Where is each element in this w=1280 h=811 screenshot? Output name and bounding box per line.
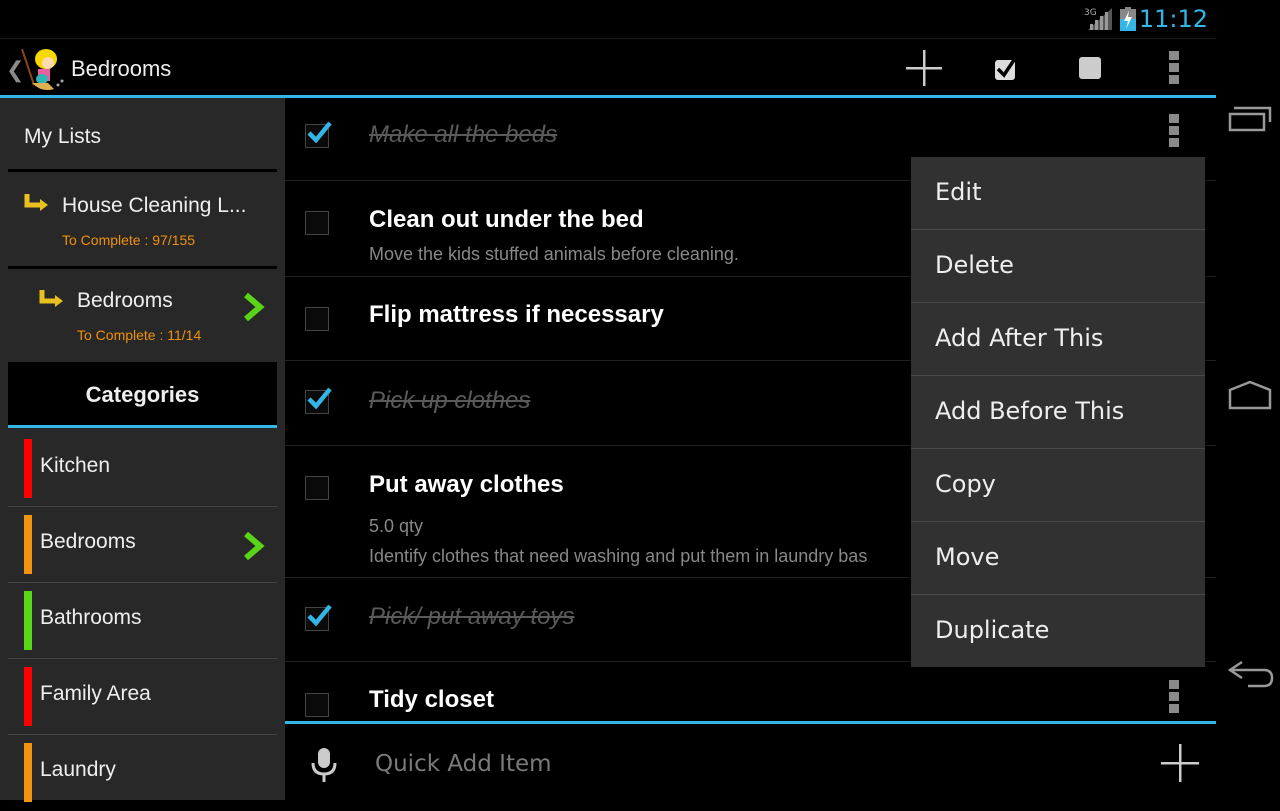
category-color-bar	[24, 743, 32, 802]
list-title: House Cleaning L...	[62, 194, 247, 217]
categories-header: Categories	[8, 362, 277, 428]
battery-charging-icon	[1120, 7, 1136, 31]
menu-item-add-after[interactable]: Add After This	[911, 303, 1205, 376]
selected-chevron-icon	[244, 531, 265, 561]
context-menu: Edit Delete Add After This Add Before Th…	[911, 157, 1205, 667]
list-title: Bedrooms	[77, 289, 173, 312]
subdirectory-arrow-icon	[24, 194, 48, 211]
category-name: Laundry	[40, 758, 116, 781]
category-color-bar	[24, 591, 32, 650]
system-nav-bar	[1216, 0, 1280, 800]
item-checkbox[interactable]	[305, 121, 332, 148]
item-note: Identify clothes that need washing and p…	[369, 546, 868, 566]
list-progress: To Complete : 11/14	[77, 327, 202, 343]
menu-item-duplicate[interactable]: Duplicate	[911, 595, 1205, 668]
item-title: Put away clothes	[369, 471, 564, 498]
app-logo-icon[interactable]	[18, 45, 68, 95]
item-quantity: 5.0 qty	[369, 516, 424, 536]
list-item-bedrooms[interactable]: Bedrooms To Complete : 11/14	[8, 269, 277, 362]
category-name: Kitchen	[40, 454, 111, 477]
microphone-icon[interactable]	[311, 748, 337, 782]
item-checkbox[interactable]	[305, 387, 332, 414]
item-checkbox[interactable]	[305, 307, 329, 331]
overflow-menu-icon	[1169, 51, 1179, 85]
back-icon[interactable]	[1226, 656, 1274, 696]
item-title: Make all the beds	[369, 121, 558, 148]
checkmark-icon	[307, 121, 332, 144]
category-name: Family Area	[40, 682, 151, 705]
menu-item-label: Copy	[935, 470, 996, 498]
quick-add-button[interactable]	[1161, 744, 1199, 782]
quick-add-bar	[285, 724, 1216, 800]
signal-3g-icon: 3G	[1084, 8, 1112, 30]
item-checkbox[interactable]	[305, 693, 329, 717]
home-icon[interactable]	[1226, 378, 1274, 418]
action-bar: ❮ Bedrooms	[0, 38, 1216, 98]
item-checkbox[interactable]	[305, 211, 329, 235]
check-all-icon	[995, 56, 1018, 80]
status-bar: 3G 11:12	[0, 0, 1216, 38]
item-note: Move the kids stuffed animals before cle…	[369, 244, 739, 264]
category-color-bar	[24, 439, 32, 498]
category-color-bar	[24, 667, 32, 726]
menu-item-label: Add After This	[935, 324, 1104, 352]
categories-underline	[8, 425, 277, 428]
clock: 11:12	[1138, 5, 1208, 33]
category-color-bar	[24, 515, 32, 574]
item-title: Pick/ put away toys	[369, 603, 575, 630]
menu-item-label: Move	[935, 543, 1000, 571]
menu-item-label: Duplicate	[935, 616, 1050, 644]
category-bathrooms[interactable]: Bathrooms	[8, 583, 277, 659]
selected-chevron-icon	[244, 292, 265, 322]
menu-item-label: Add Before This	[935, 397, 1125, 425]
menu-item-label: Edit	[935, 178, 982, 206]
add-icon	[906, 50, 942, 86]
menu-item-label: Delete	[935, 251, 1014, 279]
menu-item-copy[interactable]: Copy	[911, 449, 1205, 522]
menu-item-move[interactable]: Move	[911, 522, 1205, 595]
item-overflow-icon[interactable]	[1169, 680, 1179, 714]
list-progress: To Complete : 97/155	[62, 232, 196, 248]
menu-item-add-before[interactable]: Add Before This	[911, 376, 1205, 449]
item-checkbox[interactable]	[305, 604, 332, 631]
categories-heading: Categories	[85, 382, 200, 407]
add-button[interactable]	[903, 47, 945, 89]
uncheck-all-button[interactable]	[1069, 47, 1111, 89]
page-title: Bedrooms	[71, 56, 172, 81]
item-title: Flip mattress if necessary	[369, 301, 664, 328]
my-lists-heading: My Lists	[24, 125, 102, 148]
quick-add-input[interactable]	[375, 744, 1075, 784]
category-family-area[interactable]: Family Area	[8, 659, 277, 735]
category-bedrooms[interactable]: Bedrooms	[8, 507, 277, 583]
list-item-house-cleaning[interactable]: House Cleaning L... To Complete : 97/155	[8, 172, 277, 266]
category-kitchen[interactable]: Kitchen	[8, 431, 277, 507]
subdirectory-arrow-icon	[39, 290, 63, 307]
uncheck-all-icon	[1079, 57, 1101, 79]
menu-item-edit[interactable]: Edit	[911, 157, 1205, 230]
menu-item-delete[interactable]: Delete	[911, 230, 1205, 303]
svg-text:3G: 3G	[1084, 8, 1097, 18]
list-row[interactable]: Tidy closet	[285, 662, 1216, 722]
checkmark-icon	[307, 604, 332, 627]
sidebar: My Lists House Cleaning L... To Complete…	[0, 98, 285, 802]
item-checkbox[interactable]	[305, 476, 329, 500]
item-title: Clean out under the bed	[369, 206, 644, 233]
category-name: Bedrooms	[40, 530, 136, 553]
recent-apps-icon[interactable]	[1226, 100, 1274, 140]
check-all-button[interactable]	[986, 47, 1028, 89]
checkmark-icon	[307, 387, 332, 410]
overflow-menu-button[interactable]	[1153, 47, 1195, 89]
item-title: Pick up clothes	[369, 387, 531, 414]
category-name: Bathrooms	[40, 606, 142, 629]
item-overflow-icon[interactable]	[1169, 114, 1179, 148]
item-title: Tidy closet	[369, 686, 494, 713]
